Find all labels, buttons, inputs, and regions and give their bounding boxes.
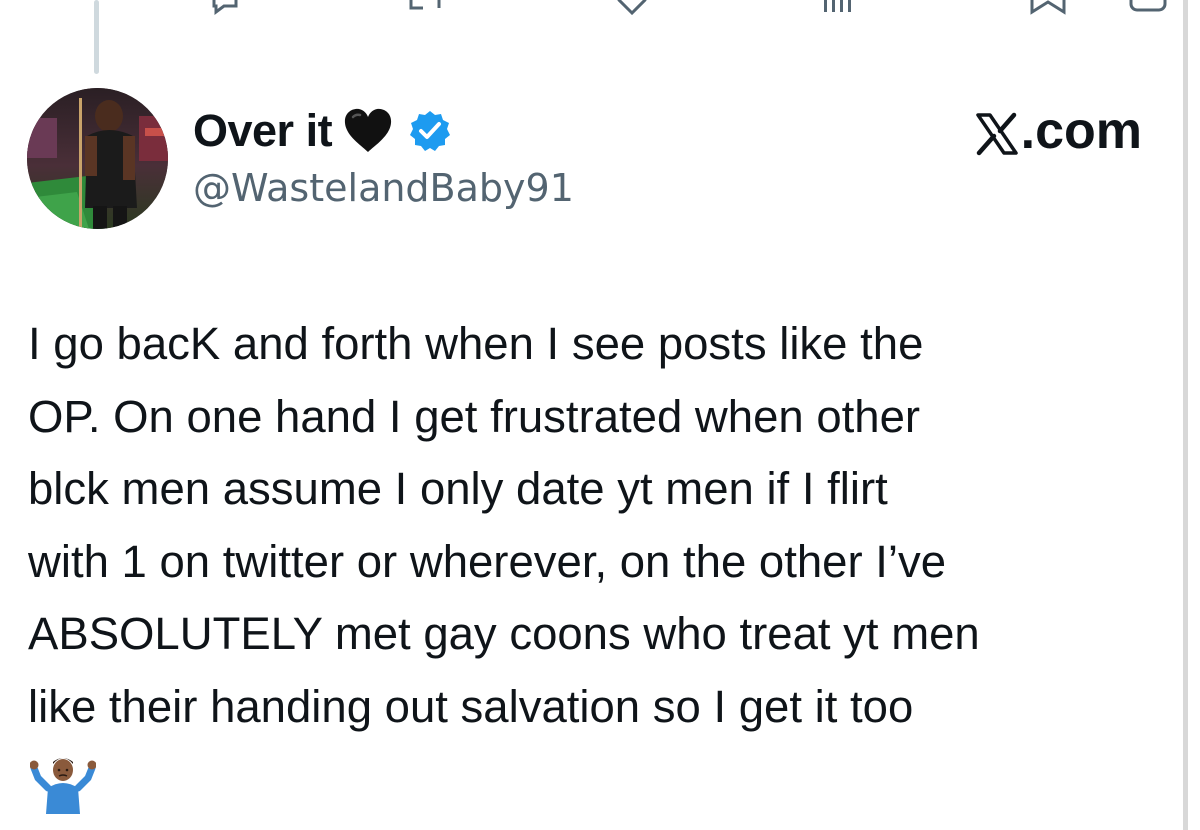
retweet-icon[interactable] xyxy=(405,0,445,20)
share-icon[interactable] xyxy=(1128,0,1168,20)
display-name[interactable]: Over it xyxy=(193,105,333,157)
thread-connector-line xyxy=(94,0,99,74)
black-heart-icon xyxy=(342,107,394,155)
tweet-text: I go bacK and forth when I see posts lik… xyxy=(28,318,980,732)
x-logo-icon xyxy=(975,109,1019,156)
scrollbar[interactable] xyxy=(1183,0,1188,830)
tweet-screenshot: Over it @WastelandBaby91 .com I go bacK … xyxy=(0,0,1200,830)
verified-badge-icon[interactable] xyxy=(408,109,452,153)
bookmark-icon[interactable] xyxy=(1028,0,1068,20)
views-icon[interactable] xyxy=(820,0,860,20)
tweet-action-bar xyxy=(0,0,1200,20)
like-icon[interactable] xyxy=(615,0,649,20)
author-name-row[interactable]: Over it xyxy=(193,100,452,162)
x-brand-logo: .com xyxy=(975,100,1142,162)
avatar[interactable] xyxy=(27,88,168,229)
person-shrugging-icon xyxy=(29,748,97,814)
author-handle[interactable]: @WastelandBaby91 xyxy=(193,166,574,210)
brand-domain-suffix: .com xyxy=(1020,102,1142,160)
reply-icon[interactable] xyxy=(210,0,240,20)
avatar-photo xyxy=(27,88,168,229)
